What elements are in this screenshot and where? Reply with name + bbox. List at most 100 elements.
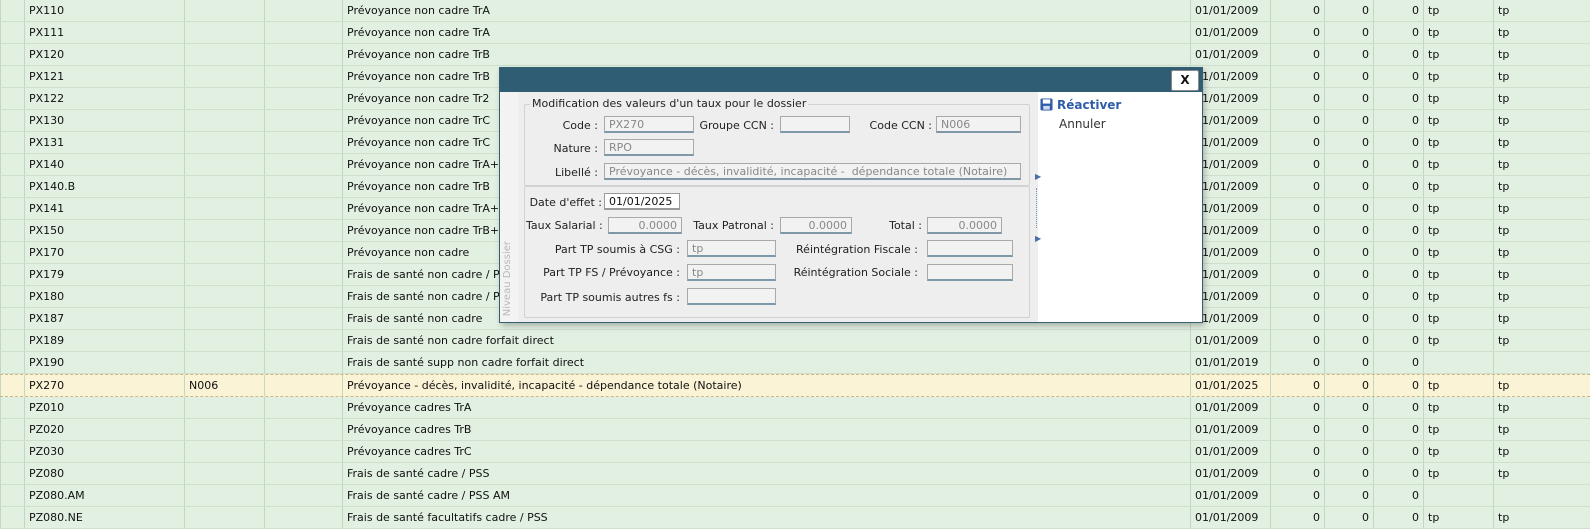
code-cell: PZ080.NE: [24, 507, 184, 528]
splitter-handle[interactable]: [1036, 188, 1037, 228]
row-indicator-cell: [0, 419, 24, 440]
row-indicator-cell: [0, 242, 24, 263]
date-cell: 01/01/2009: [1190, 0, 1270, 21]
code-cell: PX131: [24, 132, 184, 153]
arrow-right-icon: ▶: [1035, 234, 1042, 243]
code-ccn-field[interactable]: [936, 116, 1021, 133]
taux-salarial-field[interactable]: [608, 217, 682, 234]
tp2-cell: tp: [1493, 66, 1590, 87]
tp2-cell: tp: [1493, 507, 1590, 528]
tp1-cell: tp: [1423, 375, 1493, 396]
total-field[interactable]: [927, 217, 1002, 234]
taux-patronal-label: Taux Patronal :: [693, 219, 774, 232]
tp1-cell: tp: [1423, 66, 1493, 87]
reactiver-button[interactable]: Réactiver: [1040, 98, 1121, 112]
value3-cell: 0: [1373, 375, 1423, 396]
table-row[interactable]: PZ020 Prévoyance cadres TrB 01/01/2009 0 0 0 t…: [0, 419, 1590, 441]
tp1-cell: tp: [1423, 419, 1493, 440]
save-disk-icon: [1040, 98, 1053, 111]
tp1-cell: tp: [1423, 198, 1493, 219]
value3-cell: 0: [1373, 220, 1423, 241]
value2-cell: 0: [1324, 110, 1373, 131]
libelle-cell: Frais de santé cadre / PSS AM: [342, 485, 1190, 506]
libelle-label: Libellé :: [554, 166, 598, 179]
empty-cell: [264, 132, 342, 153]
arrow-right-icon: ▶: [1035, 172, 1042, 181]
annuler-button[interactable]: Annuler: [1059, 117, 1106, 131]
value1-cell: 0: [1270, 286, 1324, 307]
value2-cell: 0: [1324, 242, 1373, 263]
edit-rate-dialog: X Niveau Dossier ▶ ▶ Modification des va…: [499, 67, 1203, 323]
value1-cell: 0: [1270, 352, 1324, 373]
reintegration-sociale-field[interactable]: [927, 264, 1013, 281]
tp2-cell: [1493, 485, 1590, 506]
tp1-cell: tp: [1423, 330, 1493, 351]
side-tab-niveau-dossier[interactable]: Niveau Dossier: [500, 92, 519, 322]
table-row[interactable]: PZ030 Prévoyance cadres TrC 01/01/2009 0 0 0 t…: [0, 441, 1590, 463]
value3-cell: 0: [1373, 330, 1423, 351]
tp2-cell: tp: [1493, 220, 1590, 241]
tp2-cell: tp: [1493, 132, 1590, 153]
taux-patronal-field[interactable]: [780, 217, 852, 234]
value1-cell: 0: [1270, 308, 1324, 329]
nature-field[interactable]: [604, 139, 694, 156]
libelle-field[interactable]: [604, 163, 1021, 180]
value2-cell: 0: [1324, 44, 1373, 65]
tp1-cell: tp: [1423, 220, 1493, 241]
date-cell: 01/01/2009: [1190, 441, 1270, 462]
value3-cell: 0: [1373, 154, 1423, 175]
empty-cell: [264, 375, 342, 396]
code-cell: PZ010: [24, 397, 184, 418]
ccn-cell: [184, 44, 264, 65]
code-cell: PX141: [24, 198, 184, 219]
part-tp-autres-field[interactable]: [687, 288, 776, 305]
value3-cell: 0: [1373, 441, 1423, 462]
libelle-cell: Frais de santé supp non cadre forfait di…: [342, 352, 1190, 373]
code-cell: PZ030: [24, 441, 184, 462]
value3-cell: 0: [1373, 419, 1423, 440]
table-row[interactable]: PZ080 Frais de santé cadre / PSS 01/01/200…: [0, 463, 1590, 485]
table-row[interactable]: PZ080.NE Frais de santé facultatifs cadre…: [0, 507, 1590, 529]
value1-cell: 0: [1270, 22, 1324, 43]
value2-cell: 0: [1324, 485, 1373, 506]
code-field[interactable]: [604, 116, 694, 133]
dialog-titlebar[interactable]: X: [500, 68, 1202, 92]
table-row[interactable]: PX189 Frais de santé non cadre forfait di…: [0, 330, 1590, 352]
ccn-cell: [184, 352, 264, 373]
ccn-cell: [184, 132, 264, 153]
row-indicator-cell: [0, 132, 24, 153]
tp2-cell: tp: [1493, 308, 1590, 329]
tp1-cell: tp: [1423, 286, 1493, 307]
ccn-cell: [184, 463, 264, 484]
part-tp-fs-label: Part TP FS / Prévoyance :: [543, 266, 680, 279]
close-button[interactable]: X: [1171, 70, 1199, 91]
row-indicator-cell: [0, 330, 24, 351]
table-row[interactable]: PZ080.AM Frais de santé cadre / PSS AM 01/…: [0, 485, 1590, 507]
value2-cell: 0: [1324, 507, 1373, 528]
code-cell: PX179: [24, 264, 184, 285]
groupe-ccn-field[interactable]: [780, 116, 850, 133]
table-row[interactable]: PX190 Frais de santé supp non cadre forfa…: [0, 352, 1590, 374]
code-cell: PX187: [24, 308, 184, 329]
part-tp-fs-field[interactable]: [687, 264, 776, 281]
part-tp-csg-field[interactable]: [687, 240, 776, 257]
table-row[interactable]: PX120 Prévoyance non cadre TrB 01/01/2009 0…: [0, 44, 1590, 66]
reintegration-fiscale-field[interactable]: [927, 240, 1013, 257]
table-row[interactable]: PX110 Prévoyance non cadre TrA 01/01/2009 0…: [0, 0, 1590, 22]
value1-cell: 0: [1270, 132, 1324, 153]
empty-cell: [264, 441, 342, 462]
ccn-cell: [184, 198, 264, 219]
value1-cell: 0: [1270, 154, 1324, 175]
empty-cell: [264, 286, 342, 307]
table-row-selected[interactable]: PX270 N006 Prévoyance - décès, invalidité,…: [0, 374, 1590, 397]
value3-cell: 0: [1373, 66, 1423, 87]
ccn-cell: [184, 110, 264, 131]
tp1-cell: tp: [1423, 132, 1493, 153]
side-tab-label: Niveau Dossier: [502, 240, 513, 316]
date-effet-input[interactable]: [604, 193, 680, 210]
code-cell: PX110: [24, 0, 184, 21]
table-row[interactable]: PX111 Prévoyance non cadre TrA 01/01/2009 0…: [0, 22, 1590, 44]
value1-cell: 0: [1270, 176, 1324, 197]
table-row[interactable]: PZ010 Prévoyance cadres TrA 01/01/2009 0 0 0 t…: [0, 397, 1590, 419]
date-cell: 01/01/2009: [1190, 507, 1270, 528]
